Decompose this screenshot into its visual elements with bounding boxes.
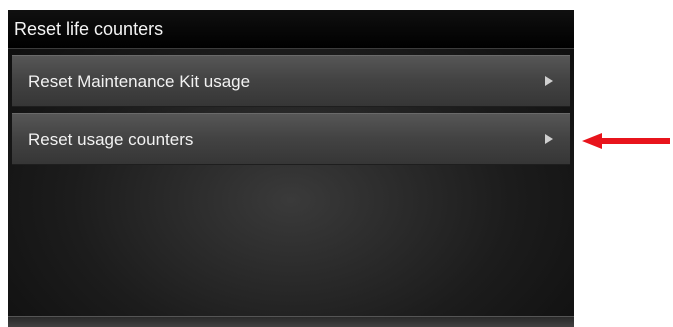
printer-front-panel: Reset life counters Reset Maintenance Ki…: [8, 10, 574, 327]
menu-item-reset-maintenance-kit-usage[interactable]: Reset Maintenance Kit usage: [12, 55, 570, 107]
red-arrow-shape: [582, 133, 670, 149]
red-arrow-icon: [582, 133, 670, 149]
chevron-right-icon: [545, 134, 553, 144]
chevron-right-icon: [545, 76, 553, 86]
title-bar: Reset life counters: [8, 10, 574, 49]
menu-item-label: Reset usage counters: [28, 130, 194, 149]
menu-item-label: Reset Maintenance Kit usage: [28, 72, 251, 91]
menu-item-reset-usage-counters[interactable]: Reset usage counters: [12, 113, 570, 165]
bottom-toolbar-strip: [8, 316, 574, 327]
page-title: Reset life counters: [14, 19, 164, 39]
